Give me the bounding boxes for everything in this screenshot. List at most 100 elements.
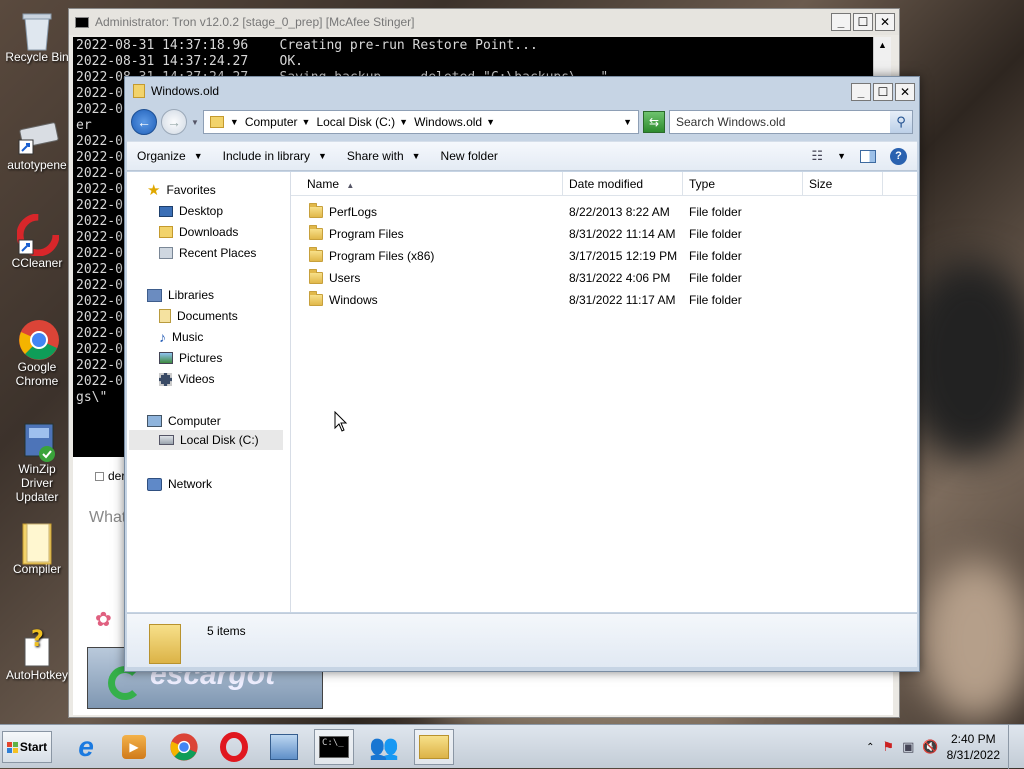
clock-time: 2:40 PM [950, 732, 996, 746]
taskbar-users[interactable]: 👥 [364, 729, 404, 765]
clock[interactable]: 2:40 PM 8/31/2022 [947, 731, 1000, 763]
recent-pages-dropdown-icon[interactable]: ▼ [191, 118, 199, 127]
nav-label: Documents [177, 309, 238, 323]
nav-recent-places[interactable]: Recent Places [159, 243, 256, 263]
desktop-icon-ccleaner[interactable]: CCleaner [2, 213, 72, 270]
column-type[interactable]: Type [683, 172, 803, 196]
file-row[interactable]: PerfLogs 8/22/2013 8:22 AM File folder [291, 201, 917, 223]
explorer-window[interactable]: Windows.old _ ☐ ✕ ← → ▼ ▼ Computer ▼ Loca… [124, 76, 920, 672]
back-arrow-icon: ← [137, 114, 151, 130]
desktop-icon-winzip[interactable]: WinZip Driver Updater [2, 420, 72, 504]
nav-videos[interactable]: Videos [159, 369, 214, 389]
desktop-icon-google-chrome[interactable]: Google Chrome [2, 318, 72, 388]
breadcrumb-computer[interactable]: Computer ▼ [245, 115, 311, 129]
forward-arrow-icon: → [167, 114, 181, 130]
desktop-icon-compiler[interactable]: Compiler [2, 520, 72, 576]
organize-button[interactable]: Organize ▼ [137, 149, 203, 163]
view-details-icon[interactable]: ☷ [811, 148, 823, 164]
file-date: 3/17/2015 12:19 PM [569, 249, 678, 263]
address-bar[interactable]: ▼ Computer ▼ Local Disk (C:) ▼ Windows.old… [202, 110, 639, 134]
nav-desktop[interactable]: Desktop [159, 201, 223, 221]
forward-button[interactable]: → [161, 109, 187, 135]
checkbox[interactable] [95, 471, 104, 481]
show-hidden-icons-button[interactable]: ⌃ [866, 742, 874, 753]
file-date: 8/31/2022 4:06 PM [569, 271, 671, 285]
back-button[interactable]: ← [131, 109, 157, 135]
maximize-button[interactable]: ☐ [873, 83, 893, 101]
breadcrumb-local-disk[interactable]: Local Disk (C:) ▼ [316, 115, 408, 129]
column-name[interactable]: Name ▲ [291, 172, 563, 196]
taskbar-windows-explorer[interactable] [414, 729, 454, 765]
nav-label: Desktop [179, 204, 224, 218]
nav-music[interactable]: ♪ Music [159, 327, 203, 347]
volume-muted-icon[interactable]: 🔇 [922, 739, 938, 755]
lower-panel-text: What [89, 509, 127, 526]
share-with-button[interactable]: Share with ▼ [347, 149, 421, 163]
chrome-icon [170, 733, 198, 761]
folder-icon [309, 225, 323, 240]
nav-libraries[interactable]: Libraries [147, 285, 214, 305]
include-in-library-button[interactable]: Include in library ▼ [223, 149, 327, 163]
nav-pictures[interactable]: Pictures [159, 348, 222, 368]
taskbar-opera[interactable] [214, 729, 254, 765]
preview-pane-icon[interactable] [860, 149, 876, 163]
file-type: File folder [689, 293, 742, 307]
nav-network[interactable]: Network [147, 474, 212, 494]
search-button[interactable]: ⚲ [890, 111, 912, 133]
desktop-icon-recycle-bin[interactable]: Recycle Bin [2, 8, 72, 64]
close-button[interactable]: ✕ [875, 13, 895, 31]
folder-icon [309, 269, 323, 284]
chevron-down-icon[interactable]: ▼ [302, 117, 311, 127]
file-row[interactable]: Program Files (x86) 3/17/2015 12:19 PM Fil… [291, 245, 917, 267]
mouse-cursor [334, 410, 348, 436]
search-input[interactable]: Search Windows.old ⚲ [669, 110, 913, 134]
nav-computer[interactable]: Computer [147, 411, 221, 431]
chevron-down-icon[interactable]: ▼ [230, 117, 239, 127]
minimize-button[interactable]: _ [851, 83, 871, 101]
action-center-icon[interactable]: ⚑ [882, 739, 894, 755]
breadcrumb-windows-old[interactable]: Windows.old ▼ [414, 115, 495, 129]
new-folder-button[interactable]: New folder [441, 149, 498, 163]
taskbar-chrome[interactable] [164, 729, 204, 765]
column-size[interactable]: Size [803, 172, 883, 196]
network-tool-icon [270, 734, 298, 760]
windows-logo-icon [6, 741, 18, 753]
file-row[interactable]: Users 8/31/2022 4:06 PM File folder [291, 267, 917, 289]
chevron-down-icon[interactable]: ▼ [486, 117, 495, 127]
chevron-down-icon[interactable]: ▼ [399, 117, 408, 127]
view-options-dropdown-icon[interactable]: ▼ [837, 151, 846, 161]
start-button[interactable]: Start [2, 731, 52, 763]
console-title-bar[interactable]: Administrator: Tron v12.0.2 [stage_0_pre… [69, 9, 899, 35]
file-row[interactable]: Windows 8/31/2022 11:17 AM File folder [291, 289, 917, 311]
minimize-button[interactable]: _ [831, 13, 851, 31]
address-history-dropdown-icon[interactable]: ▼ [623, 117, 632, 127]
nav-local-disk[interactable]: Local Disk (C:) [129, 430, 283, 450]
chevron-down-icon: ▼ [318, 151, 327, 161]
close-button[interactable]: ✕ [895, 83, 915, 101]
nav-favorites[interactable]: ★ Favorites [147, 180, 216, 200]
search-placeholder: Search Windows.old [676, 115, 786, 129]
documents-icon [159, 309, 171, 323]
desktop-icon-autohotkey[interactable]: ? AutoHotkey [2, 626, 72, 682]
scroll-up-arrow-icon[interactable]: ▲ [874, 37, 891, 53]
desktop-icon-autotype[interactable]: autotypene [2, 116, 72, 172]
help-icon[interactable]: ? [890, 147, 907, 165]
column-date-modified[interactable]: Date modified [563, 172, 683, 196]
explorer-title-bar[interactable]: Windows.old [125, 77, 919, 105]
taskbar-command-prompt[interactable]: C:\_ [314, 729, 354, 765]
taskbar-network-tool[interactable] [264, 729, 304, 765]
taskbar-media-player[interactable]: ▶ [114, 729, 154, 765]
maximize-button[interactable]: ☐ [853, 13, 873, 31]
network-status-icon[interactable]: ▣ [902, 739, 914, 755]
refresh-button[interactable]: ⇆ [643, 111, 665, 133]
taskbar-internet-explorer[interactable]: e [66, 729, 106, 765]
file-row[interactable]: Program Files 8/31/2022 11:14 AM File fold… [291, 223, 917, 245]
file-type: File folder [689, 271, 742, 285]
nav-documents[interactable]: Documents [159, 306, 238, 326]
nav-downloads[interactable]: Downloads [159, 222, 238, 242]
nav-label: Videos [178, 372, 215, 386]
ccleaner-icon [16, 213, 60, 257]
show-desktop-button[interactable] [1008, 725, 1020, 769]
explorer-icon [419, 735, 449, 759]
column-headers: Name ▲ Date modified Type Size [291, 172, 917, 196]
